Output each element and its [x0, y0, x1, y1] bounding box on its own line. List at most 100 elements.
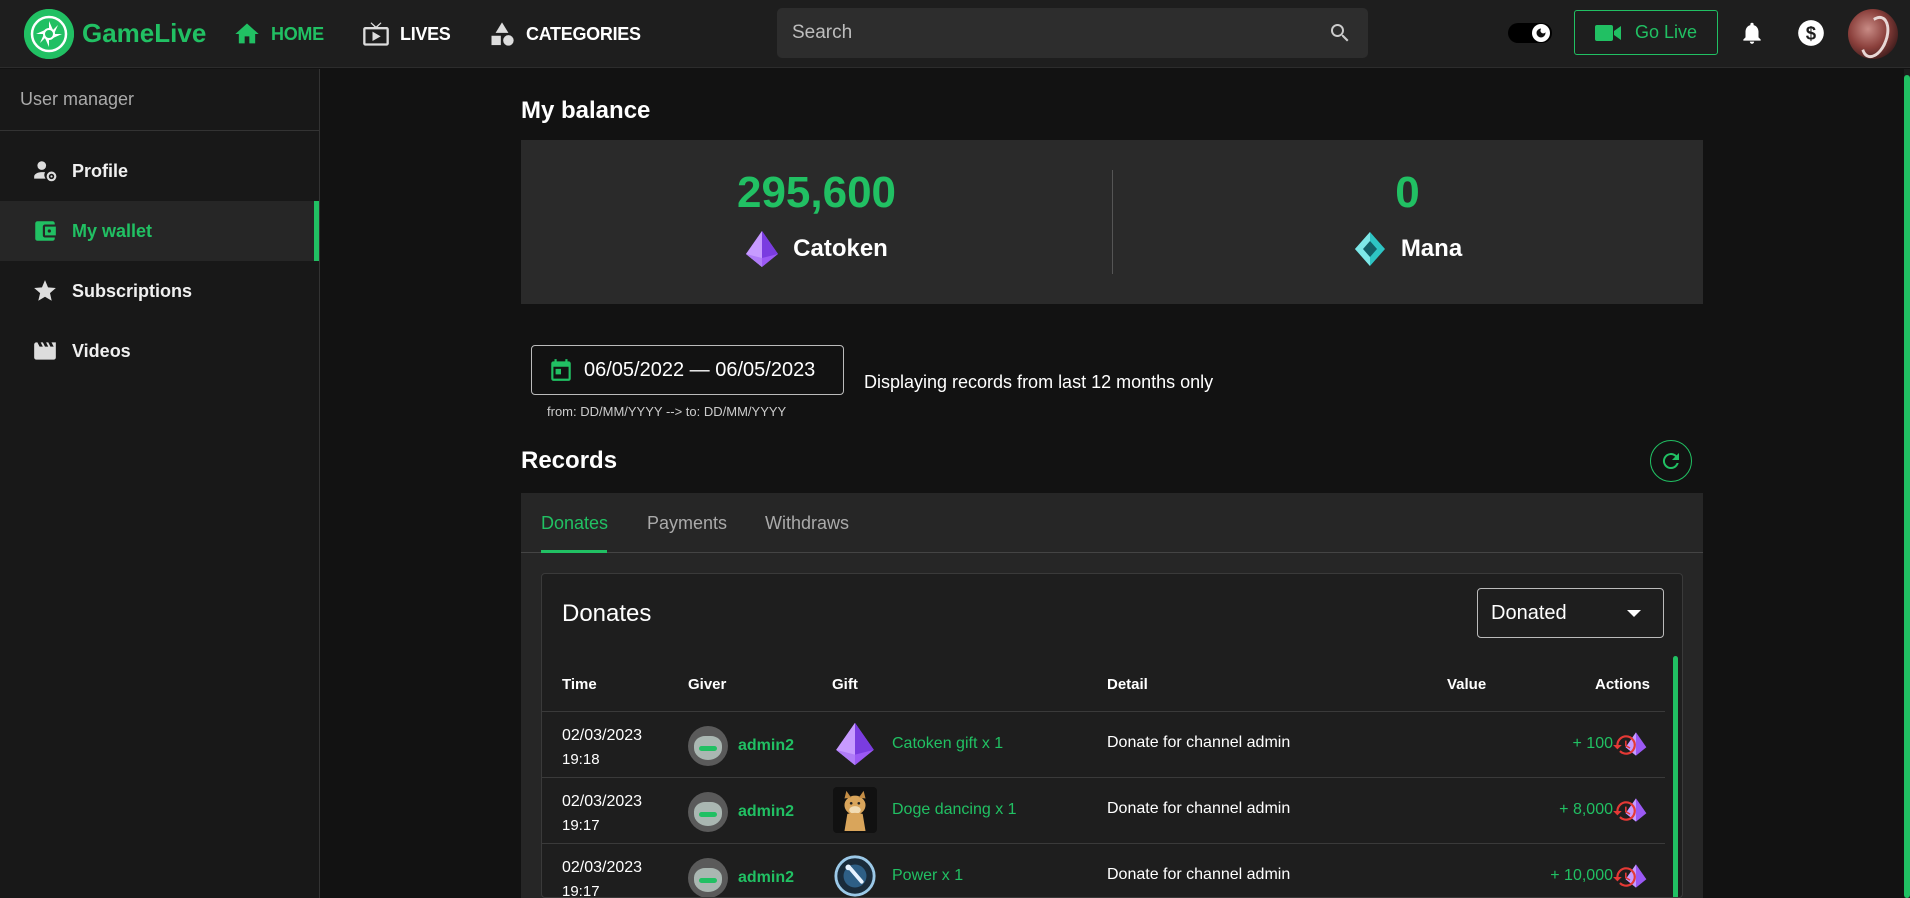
table-row: 02/03/2023 19:17 admin2 [542, 777, 1665, 843]
row-detail: Donate for channel admin [1107, 800, 1291, 817]
wallet-icon [35, 221, 56, 241]
giver-name: admin2 [738, 803, 795, 820]
table-scrollbar[interactable] [1673, 656, 1678, 897]
chevron-down-icon [1627, 610, 1641, 617]
app-brand-name[interactable]: GameLive [82, 18, 206, 49]
main-content: My balance 295,600 Catoken 0 Mana 06/05/… [320, 69, 1900, 898]
row-gift: Power x 1 [832, 852, 964, 897]
tab-payments[interactable]: Payments [647, 513, 727, 534]
table-row: 02/03/2023 19:18 admin2 Catoken gift x 1… [542, 711, 1665, 777]
page-scrollbar-thumb[interactable] [1904, 75, 1910, 898]
mana-balance: 0 Mana [1112, 140, 1703, 304]
row-date: 02/03/2023 [562, 859, 643, 876]
donate-filter-value: Donated [1491, 601, 1567, 624]
refresh-icon [1662, 453, 1679, 470]
tab-withdraws[interactable]: Withdraws [765, 513, 849, 534]
catoken-label: Catoken [793, 235, 888, 262]
records-tabs: Donates Payments Withdraws [521, 493, 1703, 553]
sidebar: User manager Profile My wallet Subscript… [0, 69, 320, 898]
video-camera-icon [1594, 24, 1621, 41]
row-detail: Donate for channel admin [1107, 734, 1291, 751]
power-orb-icon [832, 852, 878, 897]
giver-avatar [688, 792, 728, 832]
row-time: 19:17 [562, 883, 600, 898]
giver-name: admin2 [738, 869, 795, 886]
history-revert-icon [1613, 735, 1636, 755]
shapes-icon [491, 22, 514, 46]
sidebar-item-profile[interactable]: Profile [0, 141, 319, 201]
giver-avatar [688, 858, 728, 897]
user-gear-icon [34, 161, 57, 182]
sidebar-item-label: Subscriptions [72, 280, 193, 301]
column-header-detail: Detail [1107, 676, 1148, 693]
row-giver[interactable]: admin2 [688, 726, 794, 766]
page-scrollbar[interactable] [1904, 69, 1910, 898]
search-input[interactable] [777, 8, 1307, 58]
gift-name: Catoken gift x 1 [892, 735, 1004, 752]
sidebar-heading: User manager [0, 69, 319, 131]
date-range-value: 06/05/2022 — 06/05/2023 [584, 358, 816, 381]
gamelive-logo-icon[interactable] [24, 9, 74, 59]
tab-donates[interactable]: Donates [541, 513, 608, 534]
column-header-time: Time [562, 676, 597, 693]
user-avatar[interactable] [1848, 9, 1898, 59]
nav-home-label: HOME [271, 23, 324, 44]
history-revert-icon [1613, 867, 1636, 887]
refresh-button[interactable] [1650, 440, 1692, 482]
bell-icon[interactable] [1737, 18, 1767, 48]
sidebar-item-label: My wallet [72, 220, 153, 241]
date-range-note: Displaying records from last 12 months o… [864, 372, 1214, 392]
column-header-giver: Giver [688, 676, 727, 693]
sidebar-item-subscriptions[interactable]: Subscriptions [0, 261, 319, 321]
go-live-label: Go Live [1634, 22, 1698, 42]
dollar-icon[interactable]: $ [1796, 18, 1826, 48]
mana-amount: 0 [1395, 168, 1420, 217]
giver-avatar [688, 726, 728, 766]
mana-crystal-icon [1354, 232, 1385, 266]
revert-button[interactable] [1612, 864, 1642, 894]
row-date: 02/03/2023 [562, 793, 643, 810]
nav-home[interactable]: HOME [233, 20, 324, 48]
star-icon [34, 280, 56, 301]
value-amount: + 8,000 [1559, 801, 1613, 818]
moon-icon [1532, 24, 1550, 42]
sidebar-item-videos[interactable]: Videos [0, 321, 319, 381]
row-time: 19:17 [562, 817, 600, 834]
balance-card: 295,600 Catoken 0 Mana [521, 140, 1703, 304]
gift-name: Doge dancing x 1 [892, 801, 1017, 818]
revert-button[interactable] [1612, 732, 1642, 762]
sidebar-item-label: Profile [72, 160, 129, 181]
row-gift: Catoken gift x 1 [832, 720, 1003, 768]
mana-label: Mana [1400, 235, 1463, 262]
catoken-gem-icon [832, 720, 878, 768]
row-giver[interactable]: admin2 [688, 792, 794, 832]
row-datetime: 02/03/2023 19:18 [562, 724, 642, 772]
nav-lives[interactable]: LIVES [362, 20, 451, 48]
row-datetime: 02/03/2023 19:17 [562, 856, 643, 898]
nav-lives-label: LIVES [400, 23, 451, 44]
row-datetime: 02/03/2023 19:17 [562, 790, 642, 838]
donate-filter-select[interactable]: Donated [1477, 588, 1664, 638]
calendar-icon [551, 359, 571, 381]
clapperboard-icon [34, 342, 56, 360]
dark-mode-toggle[interactable] [1508, 23, 1552, 43]
donates-title: Donates [562, 600, 652, 627]
history-revert-icon [1613, 801, 1636, 821]
value-amount: + 100 [1572, 735, 1613, 752]
go-live-button[interactable]: Go Live [1574, 10, 1718, 55]
records-card: Donates Payments Withdraws Donates Donat… [521, 493, 1703, 898]
revert-button[interactable] [1612, 798, 1642, 828]
nav-categories-label: CATEGORIES [526, 23, 641, 44]
search-icon[interactable] [1328, 21, 1352, 45]
search-bar [777, 8, 1368, 58]
sidebar-item-my-wallet[interactable]: My wallet [0, 201, 319, 261]
row-giver[interactable]: admin2 [688, 858, 795, 897]
value-amount: + 10,000 [1550, 867, 1613, 884]
sidebar-item-label: Videos [72, 340, 131, 361]
nav-categories[interactable]: CATEGORIES [488, 20, 641, 48]
date-range-picker[interactable]: 06/05/2022 — 06/05/2023 [531, 345, 844, 395]
column-header-value: Value [1447, 676, 1487, 693]
row-time: 19:18 [562, 751, 600, 768]
gift-name: Power x 1 [892, 867, 964, 884]
row-detail: Donate for channel admin [1107, 866, 1291, 883]
